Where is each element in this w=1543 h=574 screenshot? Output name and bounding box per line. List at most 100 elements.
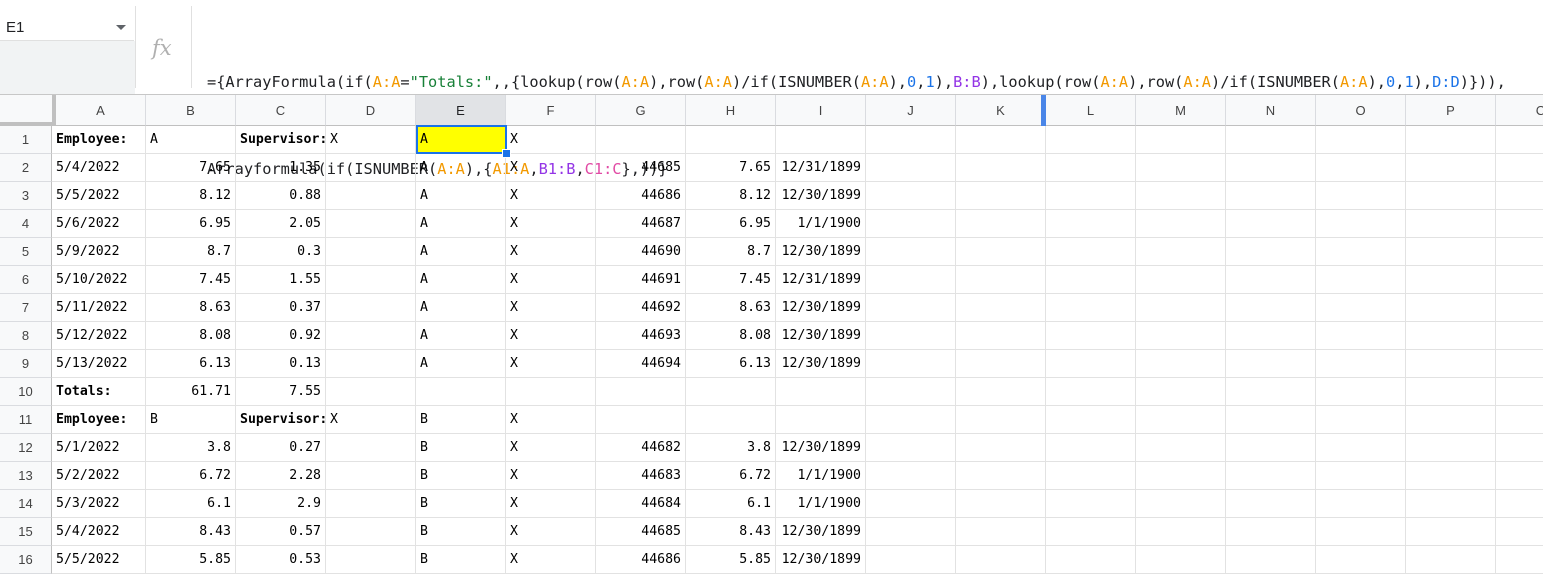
cell-g11[interactable] — [596, 406, 686, 434]
cell-empty[interactable] — [1136, 182, 1226, 210]
cell-empty[interactable] — [1496, 406, 1543, 434]
cell-empty[interactable] — [1496, 266, 1543, 294]
cell-empty[interactable] — [956, 210, 1046, 238]
cell-c1[interactable]: Supervisor: — [236, 126, 327, 154]
cell-c3[interactable]: 0.88 — [236, 182, 326, 210]
row-header[interactable]: 5 — [0, 238, 52, 266]
cell-b9[interactable]: 6.13 — [146, 350, 236, 378]
cell-empty[interactable] — [1226, 182, 1316, 210]
cell-empty[interactable] — [1136, 518, 1226, 546]
cell-empty[interactable] — [1136, 322, 1226, 350]
cell-i6[interactable]: 12/31/1899 — [776, 266, 866, 294]
cell-i9[interactable]: 12/30/1899 — [776, 350, 866, 378]
cell-empty[interactable] — [1136, 406, 1226, 434]
column-header-n[interactable]: N — [1226, 95, 1316, 126]
cell-i15[interactable]: 12/30/1899 — [776, 518, 866, 546]
cell-c7[interactable]: 0.37 — [236, 294, 326, 322]
cell-empty[interactable] — [1496, 154, 1543, 182]
cell-h7[interactable]: 8.63 — [686, 294, 776, 322]
cell-empty[interactable] — [866, 322, 956, 350]
cell-c12[interactable]: 0.27 — [236, 434, 326, 462]
cell-empty[interactable] — [956, 266, 1046, 294]
cell-empty[interactable] — [1136, 350, 1226, 378]
row-header[interactable]: 12 — [0, 434, 52, 462]
cell-empty[interactable] — [1496, 182, 1543, 210]
cell-e9[interactable]: A — [416, 350, 506, 378]
cell-empty[interactable] — [866, 126, 956, 154]
cell-empty[interactable] — [866, 546, 956, 574]
cell-empty[interactable] — [1046, 434, 1136, 462]
cell-empty[interactable] — [1046, 518, 1136, 546]
row-header[interactable]: 15 — [0, 518, 52, 546]
row-header[interactable]: 16 — [0, 546, 52, 574]
cell-e5[interactable]: A — [416, 238, 506, 266]
cell-empty[interactable] — [956, 406, 1046, 434]
cell-b4[interactable]: 6.95 — [146, 210, 236, 238]
cell-d3[interactable] — [326, 182, 416, 210]
cell-b5[interactable]: 8.7 — [146, 238, 236, 266]
cell-d1[interactable]: X — [326, 126, 416, 154]
cell-h8[interactable]: 8.08 — [686, 322, 776, 350]
cell-a13[interactable]: 5/2/2022 — [52, 462, 146, 490]
cell-f16[interactable]: X — [506, 546, 596, 574]
cell-empty[interactable] — [1136, 294, 1226, 322]
cell-empty[interactable] — [1226, 294, 1316, 322]
cell-empty[interactable] — [1226, 406, 1316, 434]
cell-empty[interactable] — [1316, 434, 1406, 462]
row-header[interactable]: 8 — [0, 322, 52, 350]
cell-empty[interactable] — [866, 518, 956, 546]
cell-a6[interactable]: 5/10/2022 — [52, 266, 146, 294]
cell-empty[interactable] — [956, 518, 1046, 546]
cell-empty[interactable] — [1226, 210, 1316, 238]
cell-empty[interactable] — [1046, 266, 1136, 294]
row-header[interactable]: 11 — [0, 406, 52, 434]
column-header-c[interactable]: C — [1496, 95, 1543, 126]
cell-d4[interactable] — [326, 210, 416, 238]
cell-empty[interactable] — [1046, 182, 1136, 210]
cell-e16[interactable]: B — [416, 546, 506, 574]
cell-f14[interactable]: X — [506, 490, 596, 518]
cell-i11[interactable] — [776, 406, 866, 434]
cell-e2[interactable]: A — [416, 154, 506, 182]
column-header-i[interactable]: I — [776, 95, 866, 126]
cell-h3[interactable]: 8.12 — [686, 182, 776, 210]
row-header[interactable]: 1 — [0, 126, 52, 154]
cell-f3[interactable]: X — [506, 182, 596, 210]
cell-empty[interactable] — [1316, 322, 1406, 350]
cell-empty[interactable] — [1046, 350, 1136, 378]
cell-empty[interactable] — [1316, 462, 1406, 490]
cell-g8[interactable]: 44693 — [596, 322, 686, 350]
cell-empty[interactable] — [1046, 546, 1136, 574]
cell-empty[interactable] — [1496, 518, 1543, 546]
cell-empty[interactable] — [1136, 462, 1226, 490]
cell-d12[interactable] — [326, 434, 416, 462]
cell-a1[interactable]: Employee: — [52, 126, 146, 154]
cell-empty[interactable] — [1136, 126, 1226, 154]
cell-g2[interactable]: 44685 — [596, 154, 686, 182]
cell-d13[interactable] — [326, 462, 416, 490]
cell-empty[interactable] — [1316, 294, 1406, 322]
cell-empty[interactable] — [1406, 294, 1496, 322]
cell-i14[interactable]: 1/1/1900 — [776, 490, 866, 518]
cell-empty[interactable] — [1406, 406, 1496, 434]
cell-f2[interactable]: X — [506, 154, 596, 182]
cell-empty[interactable] — [1226, 126, 1316, 154]
cell-i2[interactable]: 12/31/1899 — [776, 154, 866, 182]
column-header-p[interactable]: P — [1406, 95, 1496, 126]
cell-c11[interactable]: Supervisor: — [236, 406, 327, 434]
cell-a3[interactable]: 5/5/2022 — [52, 182, 146, 210]
cell-empty[interactable] — [1046, 462, 1136, 490]
row-header[interactable]: 10 — [0, 378, 52, 406]
cell-h9[interactable]: 6.13 — [686, 350, 776, 378]
cell-g12[interactable]: 44682 — [596, 434, 686, 462]
cell-empty[interactable] — [866, 294, 956, 322]
cell-g6[interactable]: 44691 — [596, 266, 686, 294]
cell-c14[interactable]: 2.9 — [236, 490, 326, 518]
cell-empty[interactable] — [1316, 518, 1406, 546]
cell-h10[interactable] — [686, 378, 776, 406]
column-header-o[interactable]: O — [1316, 95, 1406, 126]
cell-empty[interactable] — [956, 546, 1046, 574]
cell-empty[interactable] — [1136, 210, 1226, 238]
cell-a7[interactable]: 5/11/2022 — [52, 294, 146, 322]
cell-a9[interactable]: 5/13/2022 — [52, 350, 146, 378]
